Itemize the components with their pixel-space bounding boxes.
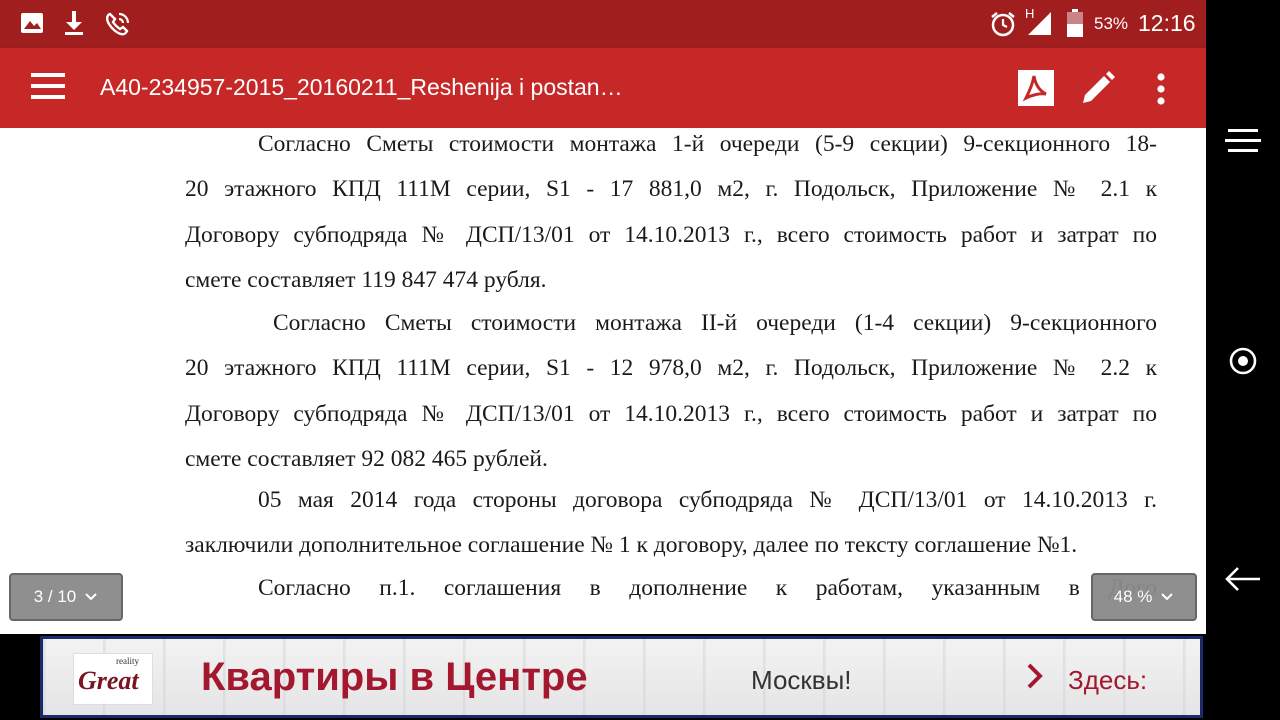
pdf-icon[interactable] [1016,68,1056,108]
more-vert-icon[interactable] [1154,72,1168,106]
paragraph-3: 05 мая 2014 года стороны договора субпод… [185,478,1157,569]
text-line: смете составляет 92 082 465 рублей. [185,445,548,472]
wifi-call-icon [106,12,130,36]
ad-logo: reality Great [73,653,153,705]
text-line: 20 этажного КПД 111М серии, S1 - 12 978,… [185,355,1157,382]
chevron-down-icon [85,593,97,601]
status-bar: H 53% 12:16 [0,0,1206,48]
clock: 12:16 [1138,10,1196,36]
text-line: заключили дополнительное соглашение № 1 … [185,532,1078,559]
menu-icon[interactable] [30,72,66,100]
image-icon [21,13,43,33]
ad-frame[interactable]: reality Great Квартиры в Центре Москвы! … [40,636,1203,718]
download-icon [65,11,83,35]
home-icon[interactable] [1229,347,1257,375]
paragraph-2: Согласно Сметы стоимости монтажа II-й оч… [185,301,1157,482]
zoom-indicator-label: 48 % [1113,587,1153,606]
page-indicator-label: 3 / 10 [33,587,77,606]
document-view[interactable]: Согласно Сметы стоимости монтажа 1-й оче… [0,128,1206,634]
back-icon[interactable] [1225,566,1261,592]
edit-icon[interactable] [1080,70,1116,106]
app-toolbar: A40-234957-2015_20160211_Reshenija i pos… [0,48,1206,128]
ad-banner[interactable]: reality Great Квартиры в Центре Москвы! … [0,634,1206,720]
ad-logo-sub: reality [116,656,139,666]
ad-logo-main: Great [78,666,139,695]
ad-city: Москвы! [751,665,852,695]
signal-icon [1028,12,1051,35]
text-line: Согласно Сметы стоимости монтажа II-й оч… [273,310,1157,336]
paragraph-4: Согласно п.1. соглашения в дополнение к … [185,566,1157,611]
document-title: A40-234957-2015_20160211_Reshenija i pos… [100,74,623,100]
text-line: 05 мая 2014 года стороны договора субпод… [258,487,1157,513]
paragraph-1: Согласно Сметы стоимости монтажа 1-й оче… [185,128,1157,303]
text-line: Договору субподряда № ДСП/13/01 от 14.10… [185,400,1157,427]
alarm-icon [991,12,1015,37]
text-line: Согласно п.1. соглашения в дополнение к … [258,575,1157,601]
page-indicator[interactable]: 3 / 10 [9,573,123,621]
text-line: смете составляет 119 847 474 рубля. [185,266,547,293]
text-line: 20 этажного КПД 111М серии, S1 - 17 881,… [185,176,1157,203]
ad-headline: Квартиры в Центре [201,655,588,699]
chevron-right-icon [1027,663,1043,689]
battery-percent: 53% [1094,14,1129,33]
battery-icon [1067,9,1083,37]
zoom-indicator[interactable]: 48 % [1091,573,1197,621]
text-line: Договору субподряда № ДСП/13/01 от 14.10… [185,221,1157,248]
ad-cta[interactable]: Здесь: [1068,665,1147,696]
menu-nav-icon[interactable] [1225,128,1261,154]
text-line: Согласно Сметы стоимости монтажа 1-й оче… [258,131,1157,157]
navigation-bar [1206,0,1280,720]
chevron-down-icon [1161,593,1174,601]
